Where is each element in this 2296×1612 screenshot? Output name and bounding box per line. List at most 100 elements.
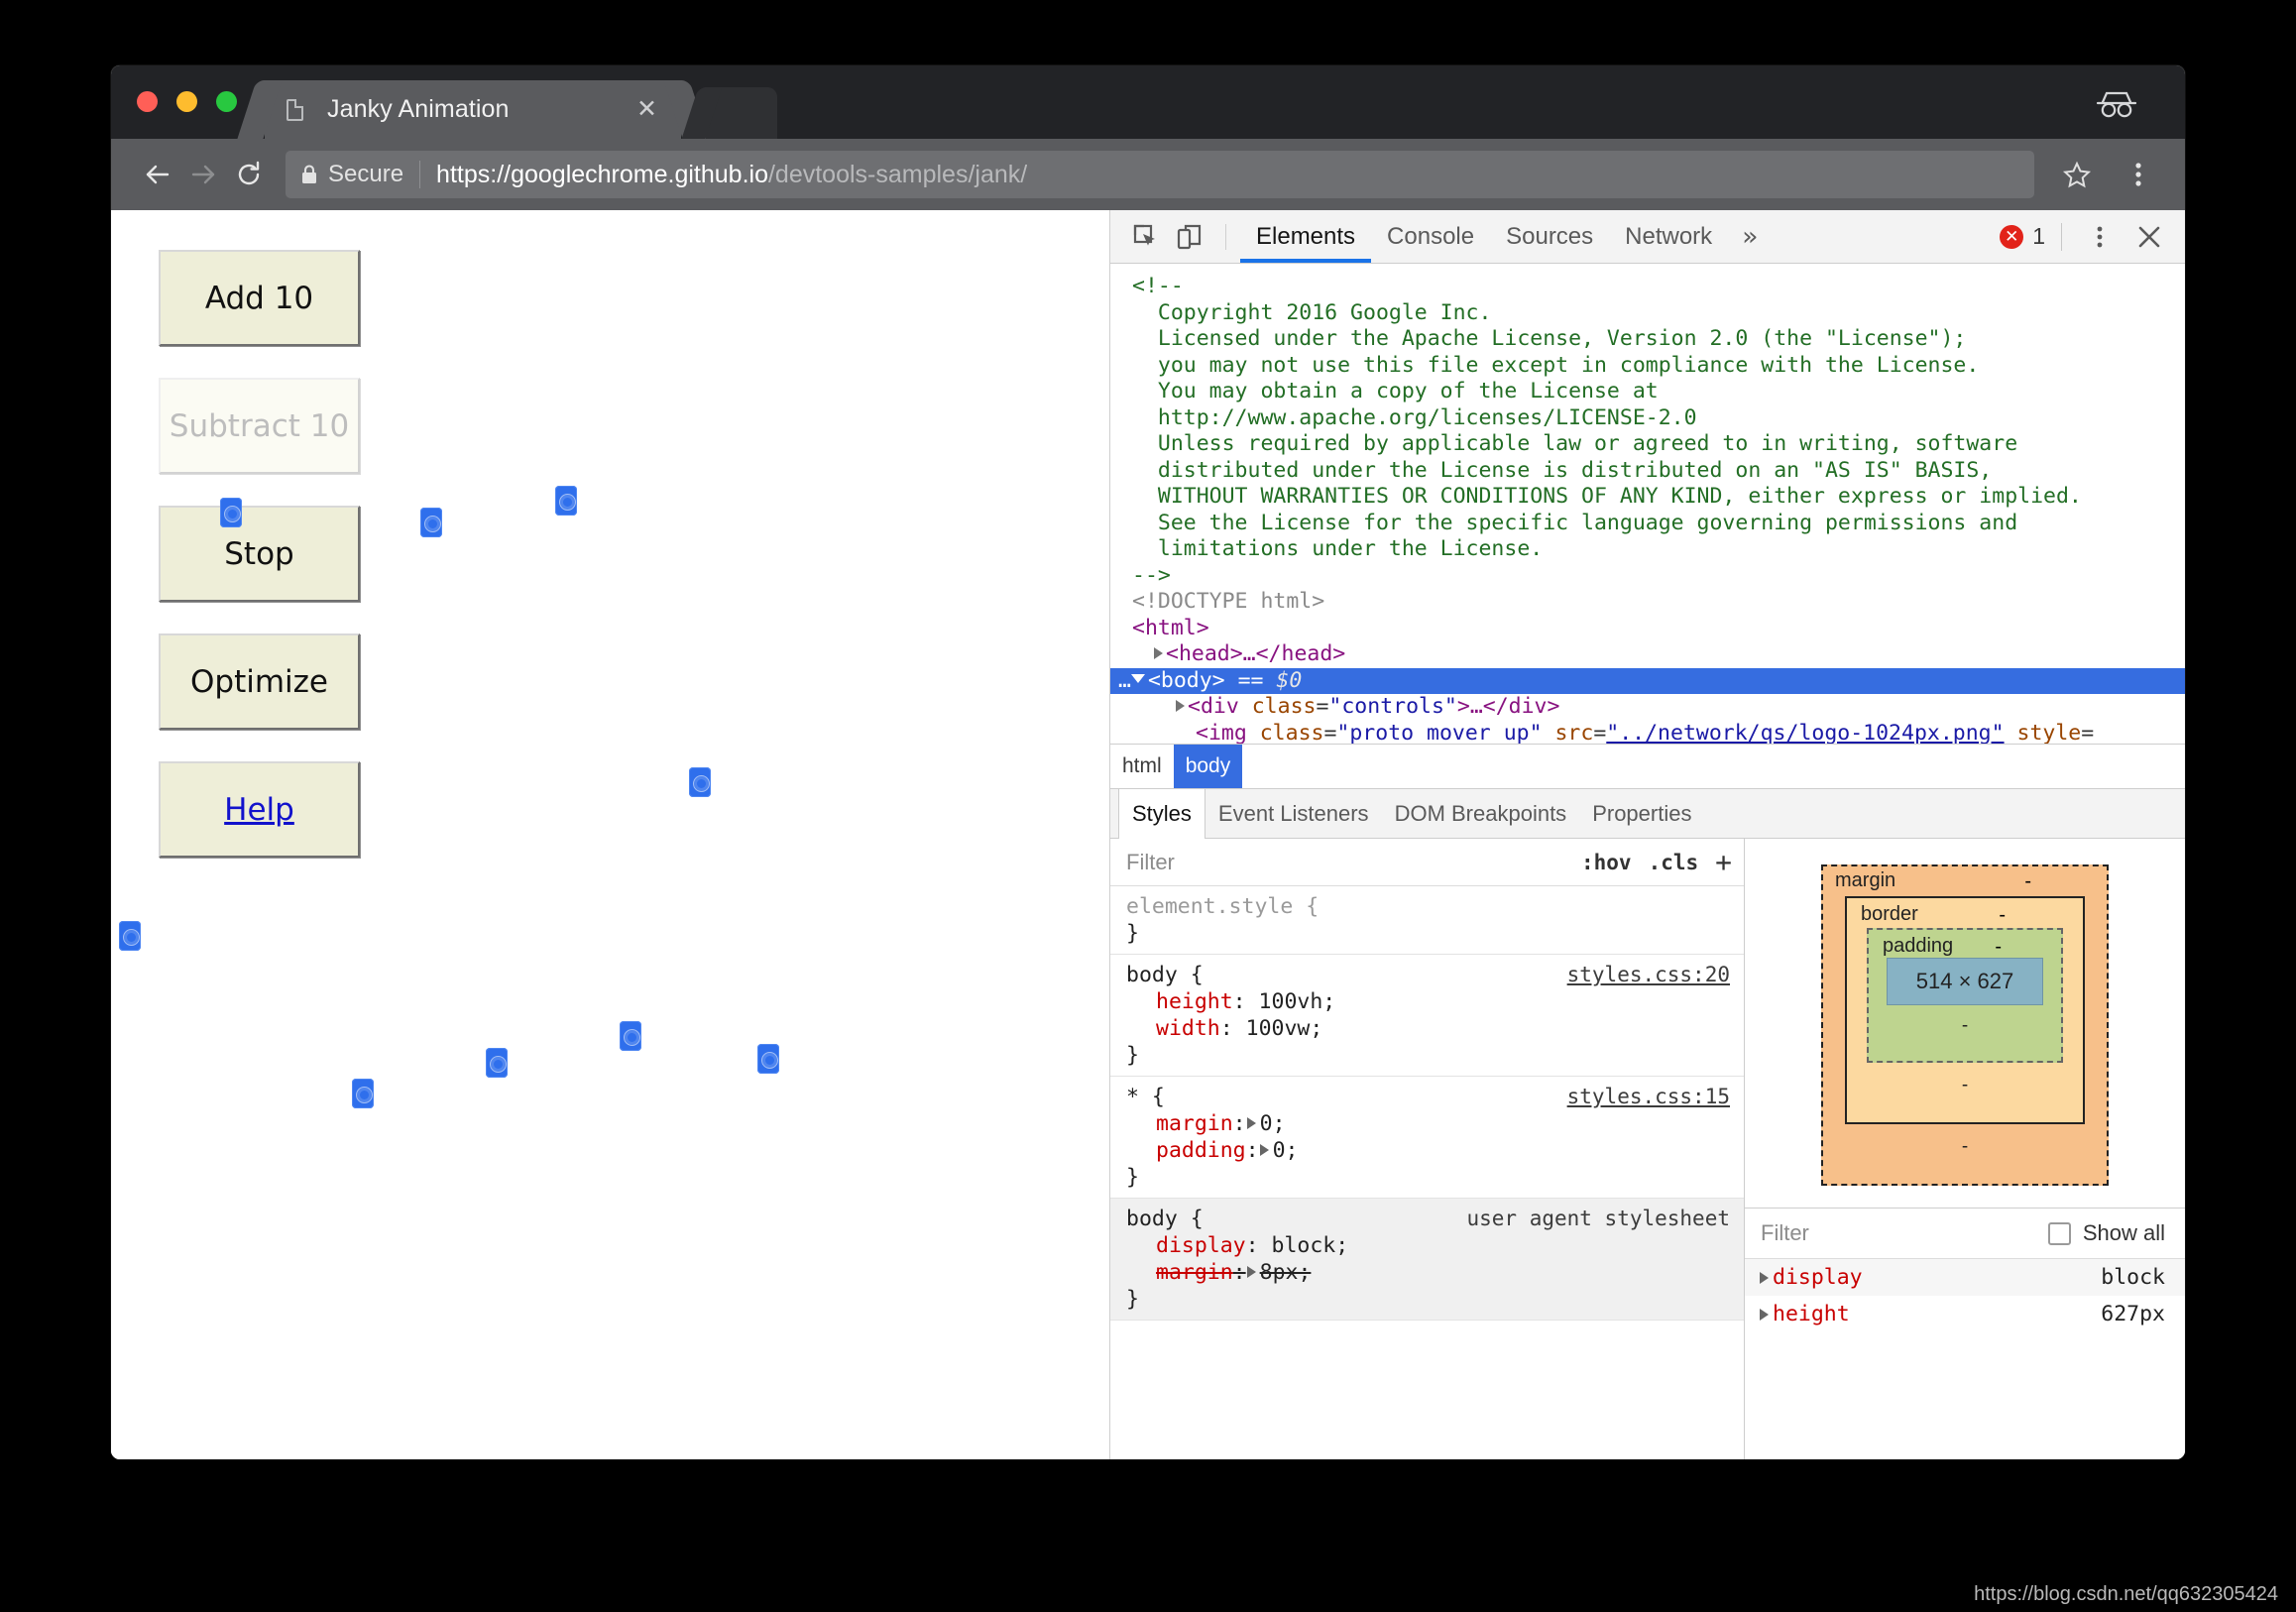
style-rule[interactable]: body { styles.css:20 height: 100vh; width: …	[1110, 955, 1744, 1077]
dom-node-body[interactable]: … <body> == $0	[1110, 667, 2185, 694]
new-tab-placeholder[interactable]	[706, 87, 777, 139]
toolbar-divider-right	[2061, 222, 2062, 251]
address-bar[interactable]: Secure https://googlechrome.github.io/de…	[286, 151, 2034, 198]
browser-tab[interactable]: Janky Animation ✕	[265, 80, 681, 139]
style-declaration[interactable]: padding: 0;	[1126, 1137, 1744, 1164]
demo-controls: Add 10 Subtract 10 Stop Optimize Help	[159, 250, 360, 858]
dom-comment-line: -->	[1132, 562, 1171, 588]
demo-button-help[interactable]: Help	[159, 761, 360, 858]
breadcrumb: html body	[1110, 744, 2185, 789]
style-rule-close: }	[1126, 921, 1139, 946]
url-domain: https://googlechrome.github.io	[436, 160, 768, 188]
style-declaration[interactable]: height: 100vh;	[1126, 988, 1744, 1015]
incognito-icon	[2096, 91, 2137, 118]
hov-toggle[interactable]: :hov	[1581, 851, 1632, 874]
show-all-toggle[interactable]: Show all	[2047, 1220, 2165, 1246]
computed-property-row[interactable]: height 627px	[1745, 1296, 2185, 1332]
close-devtools-icon[interactable]	[2127, 215, 2171, 259]
demo-button-optimize[interactable]: Optimize	[159, 633, 360, 730]
devtools-tab-elements[interactable]: Elements	[1240, 210, 1371, 263]
sidebar-tab-dom-breakpoints[interactable]: DOM Breakpoints	[1382, 789, 1580, 838]
back-button[interactable]	[135, 152, 180, 197]
device-toolbar-icon[interactable]	[1168, 215, 1211, 259]
computed-property-row[interactable]: display block	[1745, 1259, 2185, 1296]
sidebar-tab-properties[interactable]: Properties	[1579, 789, 1704, 838]
style-rule[interactable]: * {styles.css:15 margin: 0; padding: 0;}	[1110, 1077, 1744, 1199]
minimize-window-button[interactable]	[176, 91, 197, 112]
style-rule-origin[interactable]: styles.css:15	[1567, 1084, 1730, 1110]
sidebar-tab-styles[interactable]: Styles	[1118, 789, 1205, 839]
device-frame: Janky Animation ✕ Secure https://googlec…	[0, 0, 2296, 1612]
style-rule-origin: user agent stylesheet	[1466, 1207, 1730, 1230]
devtools-toolbar: Elements Console Sources Network » ✕ 1	[1110, 210, 2185, 264]
page-viewport: Add 10 Subtract 10 Stop Optimize Help	[111, 210, 1110, 1459]
style-declaration[interactable]: width: 100vw;	[1126, 1015, 1744, 1042]
dom-node-html[interactable]: <html>	[1110, 616, 2185, 642]
style-rule[interactable]: body { user agent stylesheet display: bloc…	[1110, 1199, 1744, 1321]
dom-node-img[interactable]: <img class="proto mover up" src="../netw…	[1110, 721, 2185, 745]
dom-comment-line: you may not use this file except in comp…	[1132, 352, 1980, 378]
dom-node-div-controls[interactable]: <div class="controls">…</div>	[1110, 694, 2185, 721]
box-model-border-label: border	[1861, 903, 1918, 925]
computed-property-name: display	[1773, 1265, 1863, 1290]
expand-icon[interactable]	[1760, 1308, 1769, 1321]
show-all-checkbox[interactable]	[2047, 1221, 2071, 1245]
dom-comment-line: You may obtain a copy of the License at	[1132, 379, 1659, 403]
computed-property-value: block	[2101, 1265, 2165, 1290]
close-tab-icon[interactable]: ✕	[636, 97, 657, 122]
devtools-tab-sources[interactable]: Sources	[1490, 210, 1609, 263]
demo-button-add-10[interactable]: Add 10	[159, 250, 360, 346]
computed-property-list: display block height 627px	[1745, 1259, 2185, 1332]
demo-button-label: Add 10	[204, 280, 314, 316]
style-rule[interactable]: element.style {}	[1110, 886, 1744, 955]
close-window-button[interactable]	[137, 91, 158, 112]
devtools-tab-console[interactable]: Console	[1371, 210, 1490, 263]
mover-sprite	[555, 486, 577, 516]
devtools-panel: Elements Console Sources Network » ✕ 1 <…	[1110, 210, 2185, 1459]
window-traffic-lights	[137, 91, 237, 112]
new-style-rule-button[interactable]: +	[1715, 846, 1732, 878]
dom-comment-line: See the License for the specific languag…	[1132, 510, 2018, 535]
style-declaration[interactable]: margin: 8px;	[1126, 1259, 1744, 1286]
style-rule-close: }	[1126, 1287, 1139, 1312]
dom-comment-line: Copyright 2016 Google Inc.	[1132, 299, 1492, 325]
box-model-padding[interactable]: padding - 514 × 627 -	[1867, 928, 2063, 1063]
computed-filter-input[interactable]: Filter	[1761, 1220, 1809, 1246]
style-declaration[interactable]: display: block;	[1126, 1232, 1744, 1259]
demo-button-stop[interactable]: Stop	[159, 506, 360, 602]
mover-sprite	[420, 508, 442, 537]
style-declaration[interactable]: margin: 0;	[1126, 1110, 1744, 1137]
style-rule-selector: body {	[1126, 1207, 1204, 1231]
bookmark-star-icon[interactable]	[2054, 152, 2100, 197]
inspect-element-icon[interactable]	[1124, 215, 1168, 259]
box-model-padding-bottom: -	[1961, 1015, 1969, 1036]
dom-tree[interactable]: <!-- Copyright 2016 Google Inc. Licensed…	[1110, 264, 2185, 744]
page-favicon-icon	[287, 98, 303, 121]
box-model-margin[interactable]: margin - border - padding - 514 × 627 - …	[1821, 864, 2109, 1186]
breadcrumb-item-body[interactable]: body	[1173, 745, 1243, 788]
style-rule-selector: body {	[1126, 963, 1204, 987]
more-tabs-icon[interactable]: »	[1728, 222, 1772, 252]
error-count-badge[interactable]: ✕ 1	[2000, 223, 2045, 250]
sidebar-tab-event-listeners[interactable]: Event Listeners	[1205, 789, 1382, 838]
browser-menu-icon[interactable]	[2116, 152, 2161, 197]
error-count: 1	[2032, 223, 2045, 249]
omnibox-divider	[419, 161, 421, 188]
box-model-padding-label: padding	[1883, 935, 1954, 957]
cls-toggle[interactable]: .cls	[1649, 851, 1699, 874]
dom-node-head[interactable]: <head>…</head>	[1110, 641, 2185, 668]
devtools-tab-network[interactable]: Network	[1609, 210, 1728, 263]
box-model-border[interactable]: border - padding - 514 × 627 - -	[1845, 896, 2085, 1124]
reload-button[interactable]	[226, 152, 272, 197]
toolbar-divider	[1225, 223, 1226, 250]
styles-filter-input[interactable]: Filter	[1126, 850, 1175, 875]
breadcrumb-item-html[interactable]: html	[1110, 745, 1174, 788]
box-model-content[interactable]: 514 × 627	[1887, 958, 2043, 1005]
more-options-icon[interactable]	[2078, 215, 2122, 259]
expand-icon[interactable]	[1760, 1271, 1769, 1284]
maximize-window-button[interactable]	[216, 91, 237, 112]
forward-button[interactable]	[180, 152, 226, 197]
style-rule-origin[interactable]: styles.css:20	[1567, 962, 1730, 988]
dom-comment-line: WITHOUT WARRANTIES OR CONDITIONS OF ANY …	[1132, 484, 2082, 509]
style-property-name: width	[1156, 1016, 1220, 1041]
